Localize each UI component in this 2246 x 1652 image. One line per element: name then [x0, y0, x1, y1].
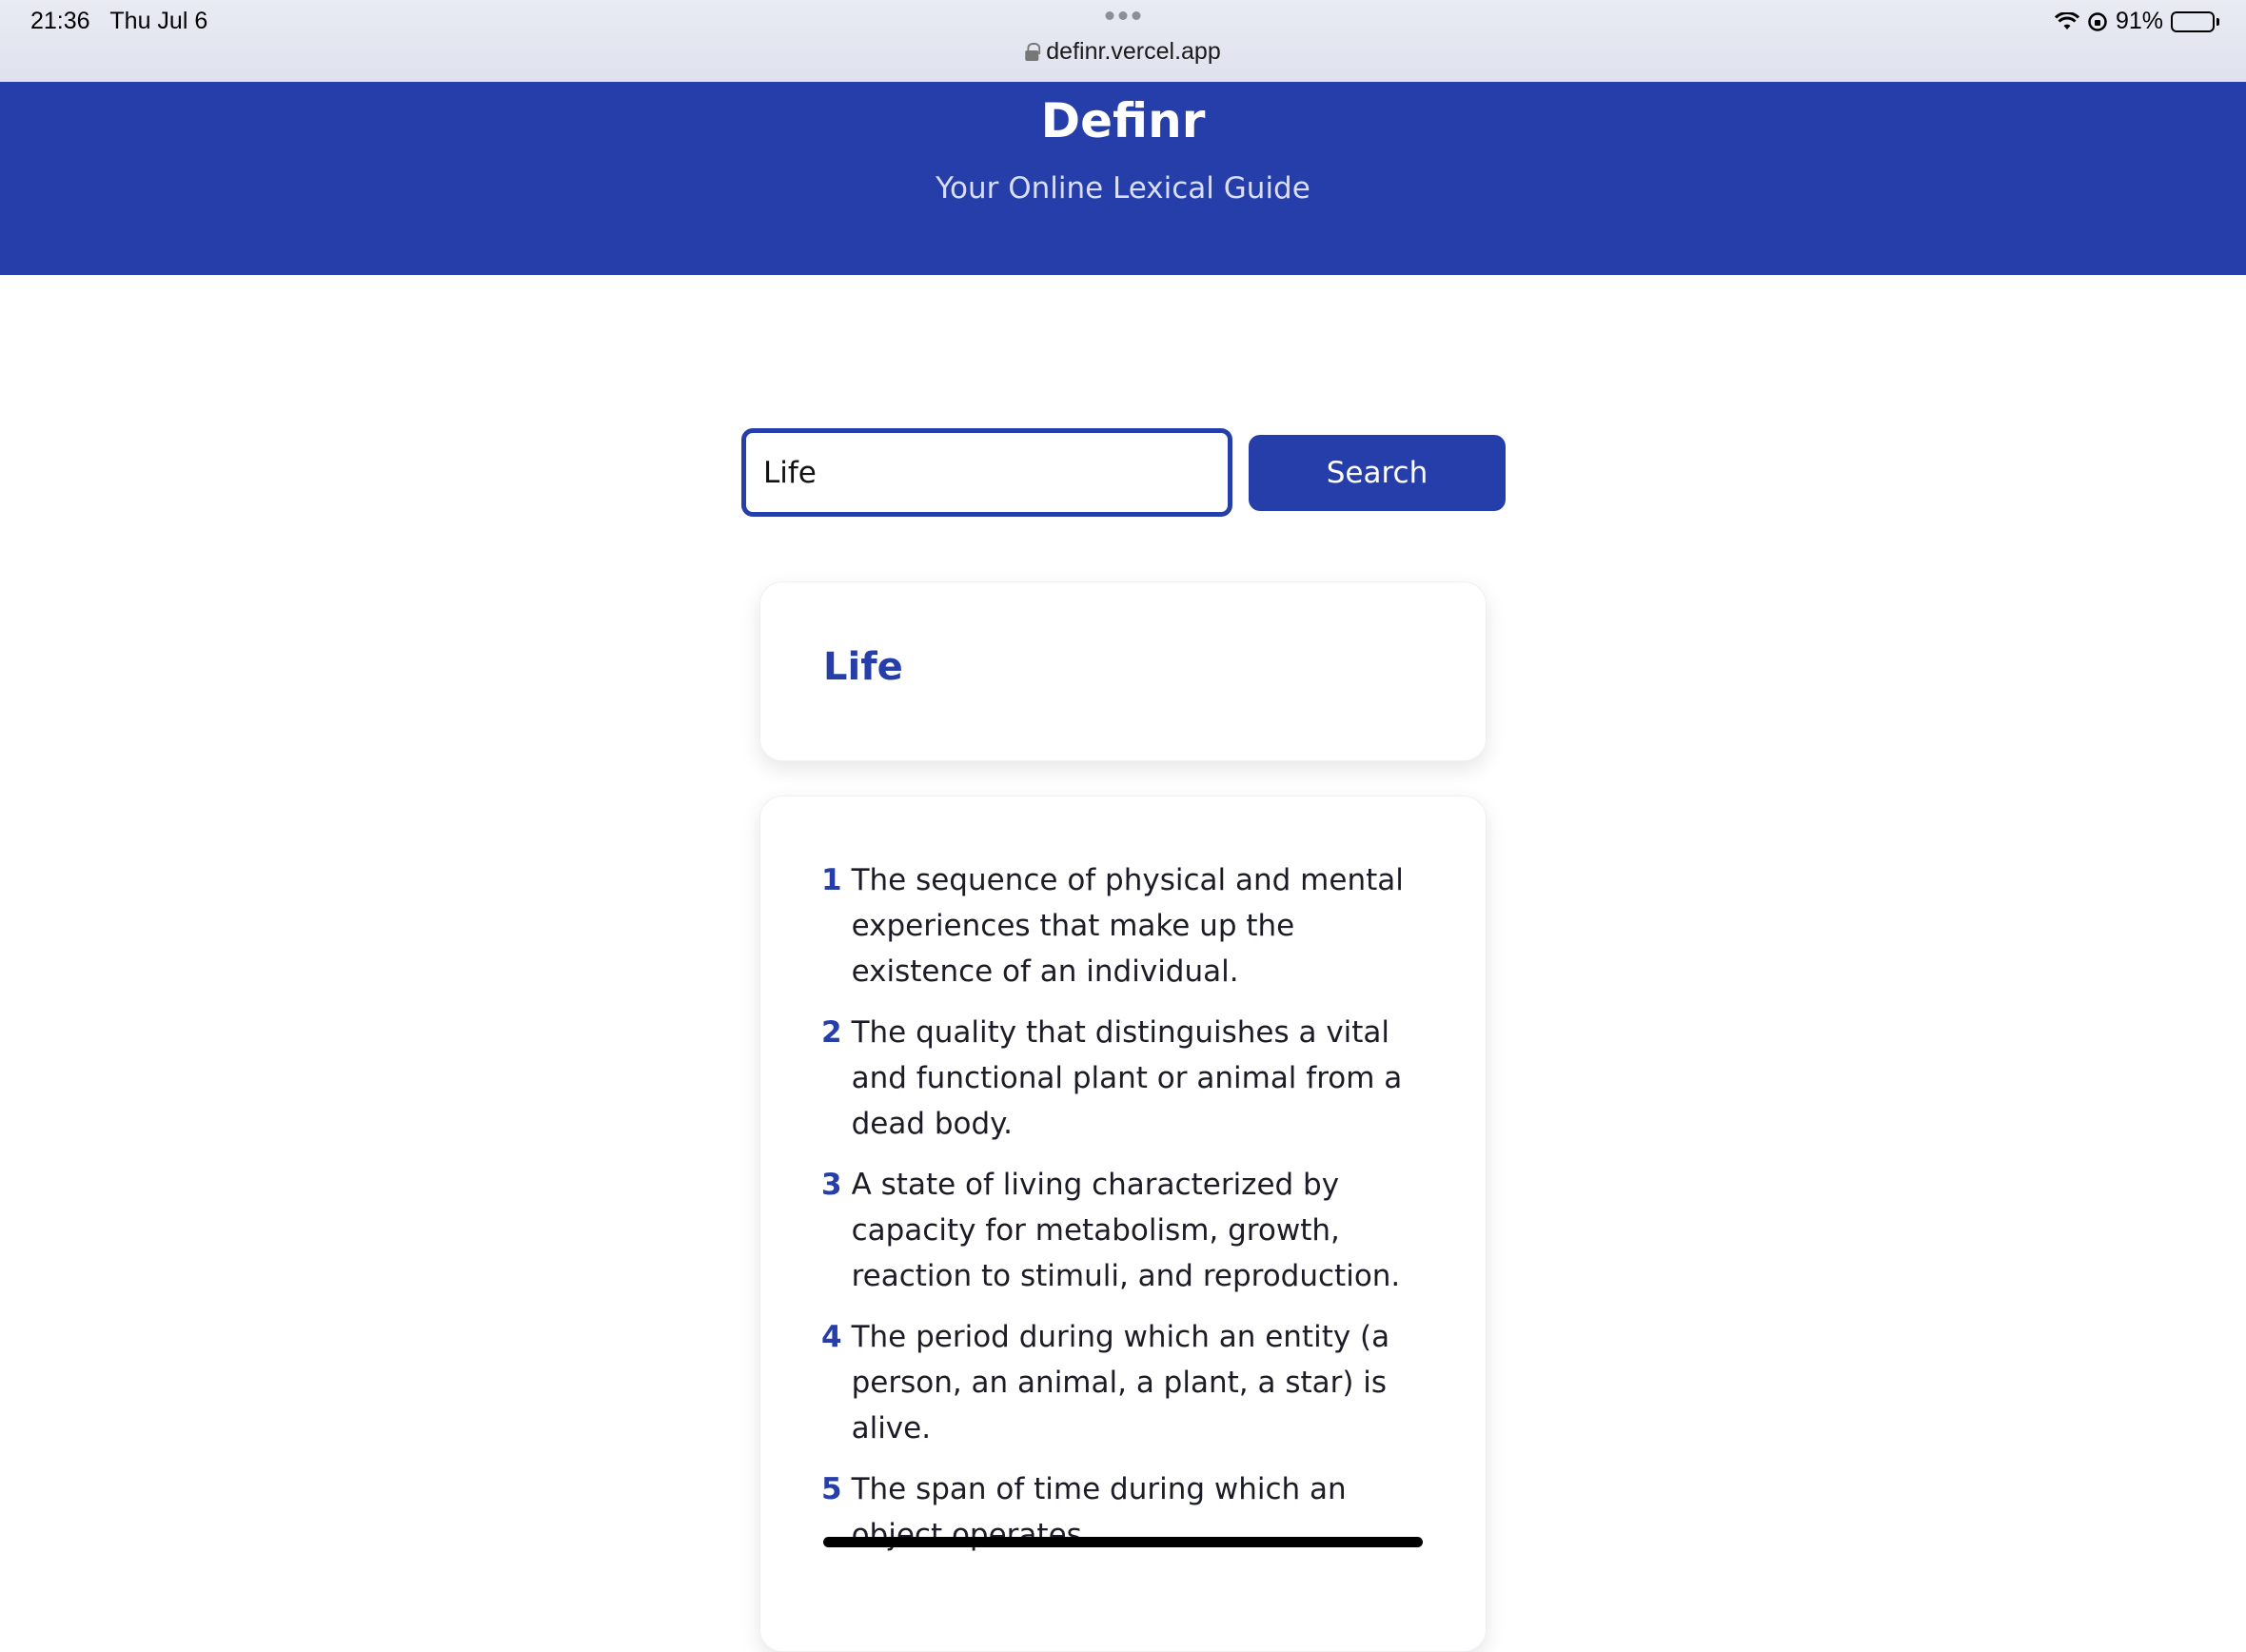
more-options-icon[interactable] — [1105, 11, 1141, 20]
home-indicator[interactable] — [823, 1537, 1423, 1547]
search-button[interactable]: Search — [1249, 435, 1506, 511]
url-label: definr.vercel.app — [1046, 38, 1221, 65]
battery-percent: 91% — [2115, 8, 2163, 34]
orientation-lock-icon — [2088, 11, 2107, 31]
battery-icon — [2171, 10, 2219, 32]
word-heading: Life — [823, 645, 903, 689]
time-label: 21:36 — [30, 8, 90, 34]
word-card: Life — [759, 581, 1487, 761]
definition-item: 1 The sequence of physical and mental ex… — [821, 857, 1430, 994]
definition-number: 1 — [821, 863, 842, 897]
definition-text: A state of living characterized by capac… — [851, 1168, 1401, 1293]
definition-number: 3 — [821, 1168, 842, 1202]
date-label: Thu Jul 6 — [109, 8, 208, 34]
definition-number: 4 — [821, 1320, 842, 1354]
definition-text: The period during which an entity (a per… — [851, 1320, 1390, 1446]
wifi-icon — [2054, 11, 2079, 30]
definition-item: 4 The period during which an entity (a p… — [821, 1314, 1430, 1451]
status-bar: 21:36 Thu Jul 6 definr.vercel.app 91% — [0, 0, 2246, 82]
definition-item: 3 A state of living characterized by cap… — [821, 1162, 1430, 1299]
definition-text: The sequence of physical and mental expe… — [851, 863, 1404, 989]
lock-icon — [1025, 43, 1041, 61]
definition-text: The quality that distinguishes a vital a… — [851, 1015, 1403, 1141]
definitions-card: 1 The sequence of physical and mental ex… — [759, 796, 1487, 1652]
status-time: 21:36 Thu Jul 6 — [30, 8, 207, 35]
definitions-list: 1 The sequence of physical and mental ex… — [821, 857, 1430, 1573]
definition-item: 2 The quality that distinguishes a vital… — [821, 1010, 1430, 1147]
status-indicators: 91% — [2054, 8, 2219, 35]
address-bar[interactable]: definr.vercel.app — [1025, 38, 1221, 66]
search-input[interactable] — [741, 428, 1232, 517]
site-subtitle: Your Online Lexical Guide — [936, 171, 1310, 206]
site-header: Definr Your Online Lexical Guide — [0, 82, 2246, 275]
definition-number: 2 — [821, 1015, 842, 1050]
site-title: Definr — [1040, 93, 1206, 148]
